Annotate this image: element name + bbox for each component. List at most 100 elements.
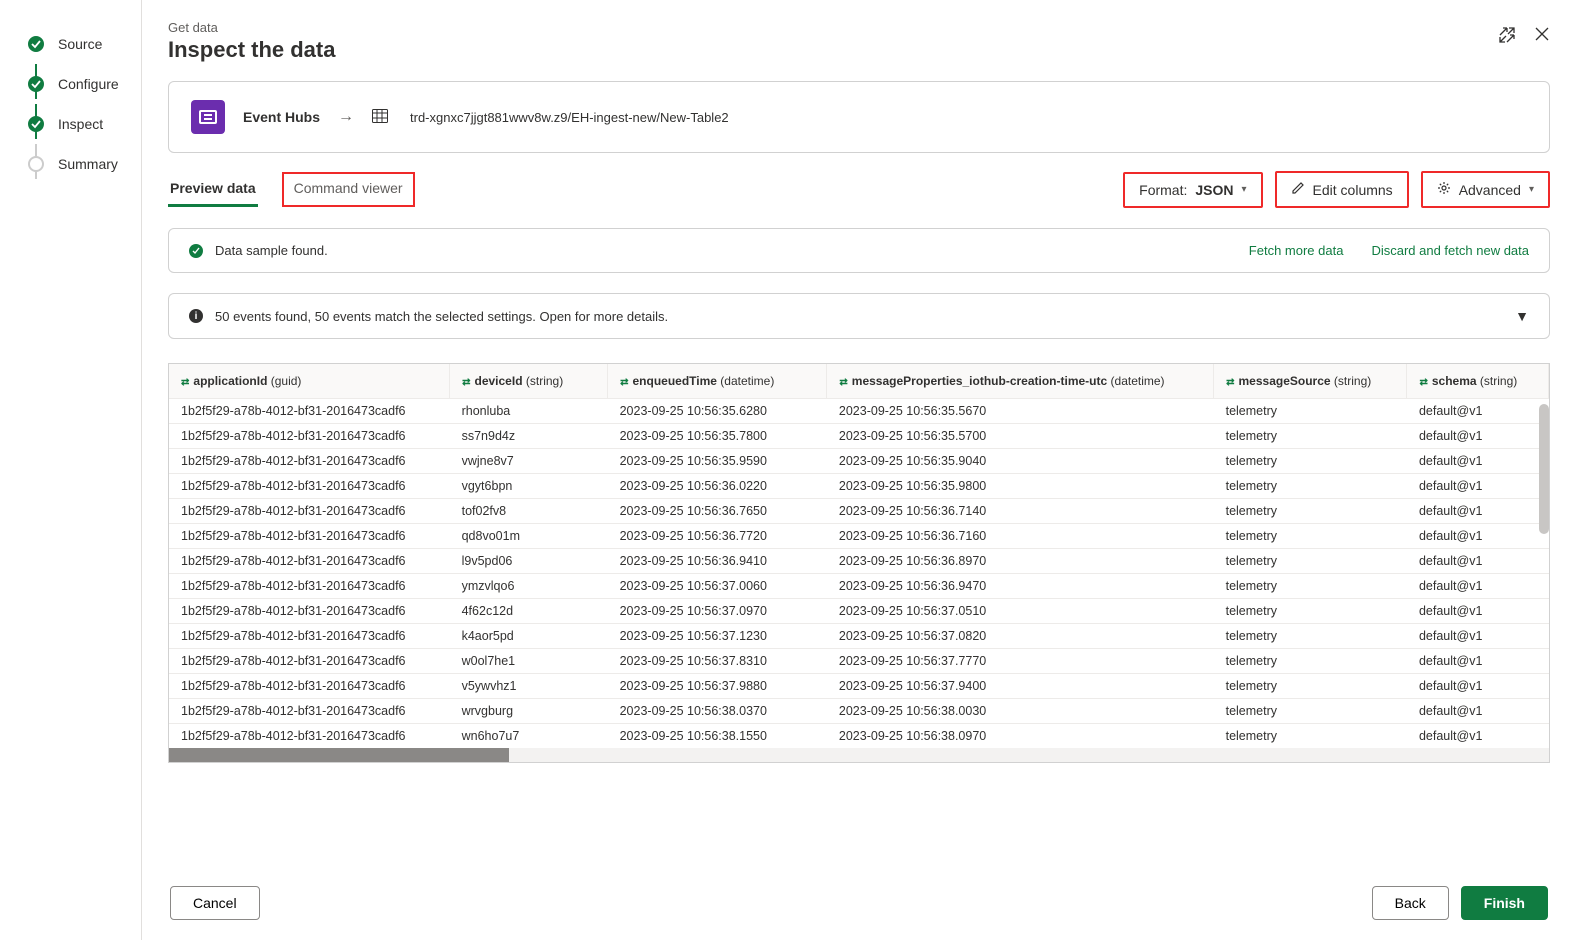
table-row[interactable]: 1b2f5f29-a78b-4012-bf31-2016473cadf6ymzv…	[169, 574, 1549, 599]
table-row[interactable]: 1b2f5f29-a78b-4012-bf31-2016473cadf6l9v5…	[169, 549, 1549, 574]
success-icon	[189, 244, 203, 258]
column-name: schema	[1432, 374, 1477, 388]
expand-icon[interactable]	[1498, 26, 1516, 47]
column-header[interactable]: ⇄deviceId (string)	[450, 364, 608, 399]
sample-found-banner: Data sample found. Fetch more data Disca…	[168, 228, 1550, 273]
table-cell: telemetry	[1214, 399, 1407, 424]
table-cell: rhonluba	[450, 399, 608, 424]
close-icon[interactable]	[1534, 26, 1550, 47]
footer: Cancel Back Finish	[168, 866, 1550, 940]
caret-down-icon: ▼	[1515, 308, 1529, 324]
table-row[interactable]: 1b2f5f29-a78b-4012-bf31-2016473cadf6w0ol…	[169, 649, 1549, 674]
table-cell: telemetry	[1214, 649, 1407, 674]
table-cell: 1b2f5f29-a78b-4012-bf31-2016473cadf6	[169, 549, 450, 574]
table-cell: default@v1	[1407, 724, 1549, 749]
wizard-sidebar: Source Configure Inspect Summary	[0, 0, 142, 940]
table-cell: 2023-09-25 10:56:36.7650	[608, 499, 827, 524]
table-cell: telemetry	[1214, 699, 1407, 724]
discard-fetch-link[interactable]: Discard and fetch new data	[1371, 243, 1529, 258]
table-row[interactable]: 1b2f5f29-a78b-4012-bf31-2016473cadf6qd8v…	[169, 524, 1549, 549]
table-cell: 2023-09-25 10:56:35.9590	[608, 449, 827, 474]
table-cell: vwjne8v7	[450, 449, 608, 474]
format-dropdown[interactable]: Format: JSON ▾	[1123, 172, 1262, 208]
table-cell: default@v1	[1407, 399, 1549, 424]
table-cell: 2023-09-25 10:56:37.7770	[827, 649, 1214, 674]
table-cell: 2023-09-25 10:56:36.7720	[608, 524, 827, 549]
cancel-button[interactable]: Cancel	[170, 886, 260, 920]
source-path: trd-xgnxc7jjgt881wwv8w.z9/EH-ingest-new/…	[410, 110, 729, 125]
table-cell: 2023-09-25 10:56:37.0510	[827, 599, 1214, 624]
table-row[interactable]: 1b2f5f29-a78b-4012-bf31-2016473cadf6k4ao…	[169, 624, 1549, 649]
source-card: Event Hubs → trd-xgnxc7jjgt881wwv8w.z9/E…	[168, 81, 1550, 153]
check-icon	[28, 36, 44, 52]
finish-button[interactable]: Finish	[1461, 886, 1548, 920]
table-row[interactable]: 1b2f5f29-a78b-4012-bf31-2016473cadf6vwjn…	[169, 449, 1549, 474]
advanced-dropdown[interactable]: Advanced ▾	[1421, 171, 1550, 208]
table-cell: 2023-09-25 10:56:37.9400	[827, 674, 1214, 699]
step-inspect[interactable]: Inspect	[0, 104, 141, 144]
table-cell: wrvgburg	[450, 699, 608, 724]
table-cell: 1b2f5f29-a78b-4012-bf31-2016473cadf6	[169, 499, 450, 524]
table-cell: 2023-09-25 10:56:36.8970	[827, 549, 1214, 574]
table-cell: default@v1	[1407, 674, 1549, 699]
table-row[interactable]: 1b2f5f29-a78b-4012-bf31-2016473cadf6wrvg…	[169, 699, 1549, 724]
table-cell: default@v1	[1407, 449, 1549, 474]
tab-command-viewer[interactable]: Command viewer	[282, 172, 415, 207]
pending-circle-icon	[28, 156, 44, 172]
table-cell: ss7n9d4z	[450, 424, 608, 449]
edit-columns-button[interactable]: Edit columns	[1275, 171, 1409, 208]
advanced-label: Advanced	[1459, 182, 1521, 198]
events-info-banner[interactable]: i 50 events found, 50 events match the s…	[168, 293, 1550, 339]
table-cell: 2023-09-25 10:56:38.0370	[608, 699, 827, 724]
format-value: JSON	[1195, 182, 1233, 198]
table-cell: 2023-09-25 10:56:37.0820	[827, 624, 1214, 649]
column-name: messageSource	[1239, 374, 1331, 388]
table-cell: default@v1	[1407, 649, 1549, 674]
step-summary[interactable]: Summary	[0, 144, 141, 184]
table-cell: 2023-09-25 10:56:37.9880	[608, 674, 827, 699]
table-row[interactable]: 1b2f5f29-a78b-4012-bf31-2016473cadf64f62…	[169, 599, 1549, 624]
table-cell: 1b2f5f29-a78b-4012-bf31-2016473cadf6	[169, 574, 450, 599]
column-header[interactable]: ⇄enqueuedTime (datetime)	[608, 364, 827, 399]
table-cell: 1b2f5f29-a78b-4012-bf31-2016473cadf6	[169, 399, 450, 424]
table-cell: vgyt6bpn	[450, 474, 608, 499]
column-header[interactable]: ⇄applicationId (guid)	[169, 364, 450, 399]
table-row[interactable]: 1b2f5f29-a78b-4012-bf31-2016473cadf6wn6h…	[169, 724, 1549, 749]
view-tabs: Preview data Command viewer	[168, 172, 415, 207]
table-cell: default@v1	[1407, 699, 1549, 724]
vertical-scrollbar[interactable]	[1539, 404, 1549, 534]
table-row[interactable]: 1b2f5f29-a78b-4012-bf31-2016473cadf6ss7n…	[169, 424, 1549, 449]
table-row[interactable]: 1b2f5f29-a78b-4012-bf31-2016473cadf6v5yw…	[169, 674, 1549, 699]
column-name: applicationId	[193, 374, 267, 388]
event-hubs-icon	[191, 100, 225, 134]
column-type: (datetime)	[1111, 374, 1165, 388]
table-row[interactable]: 1b2f5f29-a78b-4012-bf31-2016473cadf6tof0…	[169, 499, 1549, 524]
table-cell: 2023-09-25 10:56:37.8310	[608, 649, 827, 674]
column-header[interactable]: ⇄messageProperties_iothub-creation-time-…	[827, 364, 1214, 399]
table-cell: 2023-09-25 10:56:36.7160	[827, 524, 1214, 549]
table-cell: 4f62c12d	[450, 599, 608, 624]
data-table-wrap[interactable]: ⇄applicationId (guid)⇄deviceId (string)⇄…	[168, 363, 1550, 763]
column-name: messageProperties_iothub-creation-time-u…	[852, 374, 1107, 388]
column-header[interactable]: ⇄messageSource (string)	[1214, 364, 1407, 399]
table-cell: default@v1	[1407, 424, 1549, 449]
step-label: Source	[58, 36, 102, 52]
back-button[interactable]: Back	[1372, 886, 1449, 920]
table-cell: 2023-09-25 10:56:36.0220	[608, 474, 827, 499]
table-cell: 2023-09-25 10:56:36.9410	[608, 549, 827, 574]
tab-preview-data[interactable]: Preview data	[168, 172, 258, 207]
table-cell: default@v1	[1407, 524, 1549, 549]
table-cell: 2023-09-25 10:56:37.0970	[608, 599, 827, 624]
table-row[interactable]: 1b2f5f29-a78b-4012-bf31-2016473cadf6vgyt…	[169, 474, 1549, 499]
chevron-down-icon: ▾	[1242, 184, 1247, 195]
table-cell: default@v1	[1407, 499, 1549, 524]
table-row[interactable]: 1b2f5f29-a78b-4012-bf31-2016473cadf6rhon…	[169, 399, 1549, 424]
datatype-icon: ⇄	[1419, 377, 1427, 388]
step-label: Configure	[58, 76, 119, 92]
fetch-more-link[interactable]: Fetch more data	[1249, 243, 1344, 258]
step-configure[interactable]: Configure	[0, 64, 141, 104]
format-label: Format:	[1139, 182, 1187, 198]
horizontal-scrollbar[interactable]	[169, 748, 1549, 762]
column-header[interactable]: ⇄schema (string)	[1407, 364, 1549, 399]
step-source[interactable]: Source	[0, 24, 141, 64]
